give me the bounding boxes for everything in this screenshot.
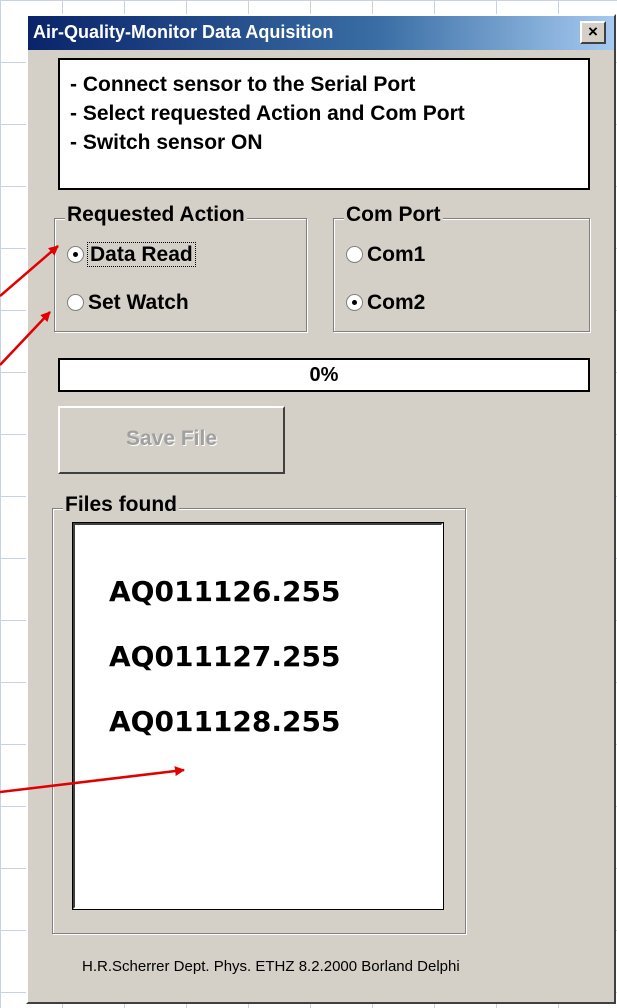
radio-checked-icon[interactable] <box>346 294 363 311</box>
radio-set-watch[interactable]: Set Watch <box>67 291 189 315</box>
radio-unchecked-icon[interactable] <box>346 246 363 263</box>
list-item[interactable]: AQ011126.255 <box>109 575 340 608</box>
radio-label: Com1 <box>367 243 426 266</box>
radio-label: Data Read <box>87 242 196 267</box>
instruction-line: - Switch sensor ON <box>70 131 263 154</box>
files-found-label: Files found <box>63 493 179 517</box>
files-listbox[interactable]: AQ011126.255 AQ011127.255 AQ011128.255 <box>72 522 444 910</box>
com-port-group: Com Port Com1 Com2 <box>333 203 590 332</box>
radio-data-read[interactable]: Data Read <box>67 242 196 267</box>
list-item[interactable]: AQ011127.255 <box>109 640 340 673</box>
window-title: Air-Quality-Monitor Data Aquisition <box>33 22 334 42</box>
radio-label: Com2 <box>367 291 426 314</box>
radio-com2[interactable]: Com2 <box>346 291 425 315</box>
instruction-line: - Connect sensor to the Serial Port <box>70 73 416 96</box>
com-port-label: Com Port <box>344 203 443 227</box>
radio-unchecked-icon[interactable] <box>67 294 84 311</box>
instructions-box: - Connect sensor to the Serial Port - Se… <box>58 58 590 190</box>
progress-bar: 0% <box>58 358 590 392</box>
close-button[interactable]: × <box>580 21 606 44</box>
save-file-button[interactable]: Save File <box>58 406 285 474</box>
requested-action-group: Requested Action Data Read Set Watch <box>54 203 307 332</box>
title-bar[interactable]: Air-Quality-Monitor Data Aquisition × <box>28 16 614 50</box>
app-window: Air-Quality-Monitor Data Aquisition × - … <box>26 14 616 1004</box>
radio-com1[interactable]: Com1 <box>346 243 425 267</box>
radio-label: Set Watch <box>88 291 189 314</box>
requested-action-label: Requested Action <box>65 203 247 227</box>
instruction-line: - Select requested Action and Com Port <box>70 102 465 125</box>
radio-checked-icon[interactable] <box>67 246 84 263</box>
files-found-group: Files found AQ011126.255 AQ011127.255 AQ… <box>52 493 466 934</box>
list-item[interactable]: AQ011128.255 <box>109 705 340 738</box>
footer-credits: H.R.Scherrer Dept. Phys. ETHZ 8.2.2000 B… <box>82 958 460 975</box>
